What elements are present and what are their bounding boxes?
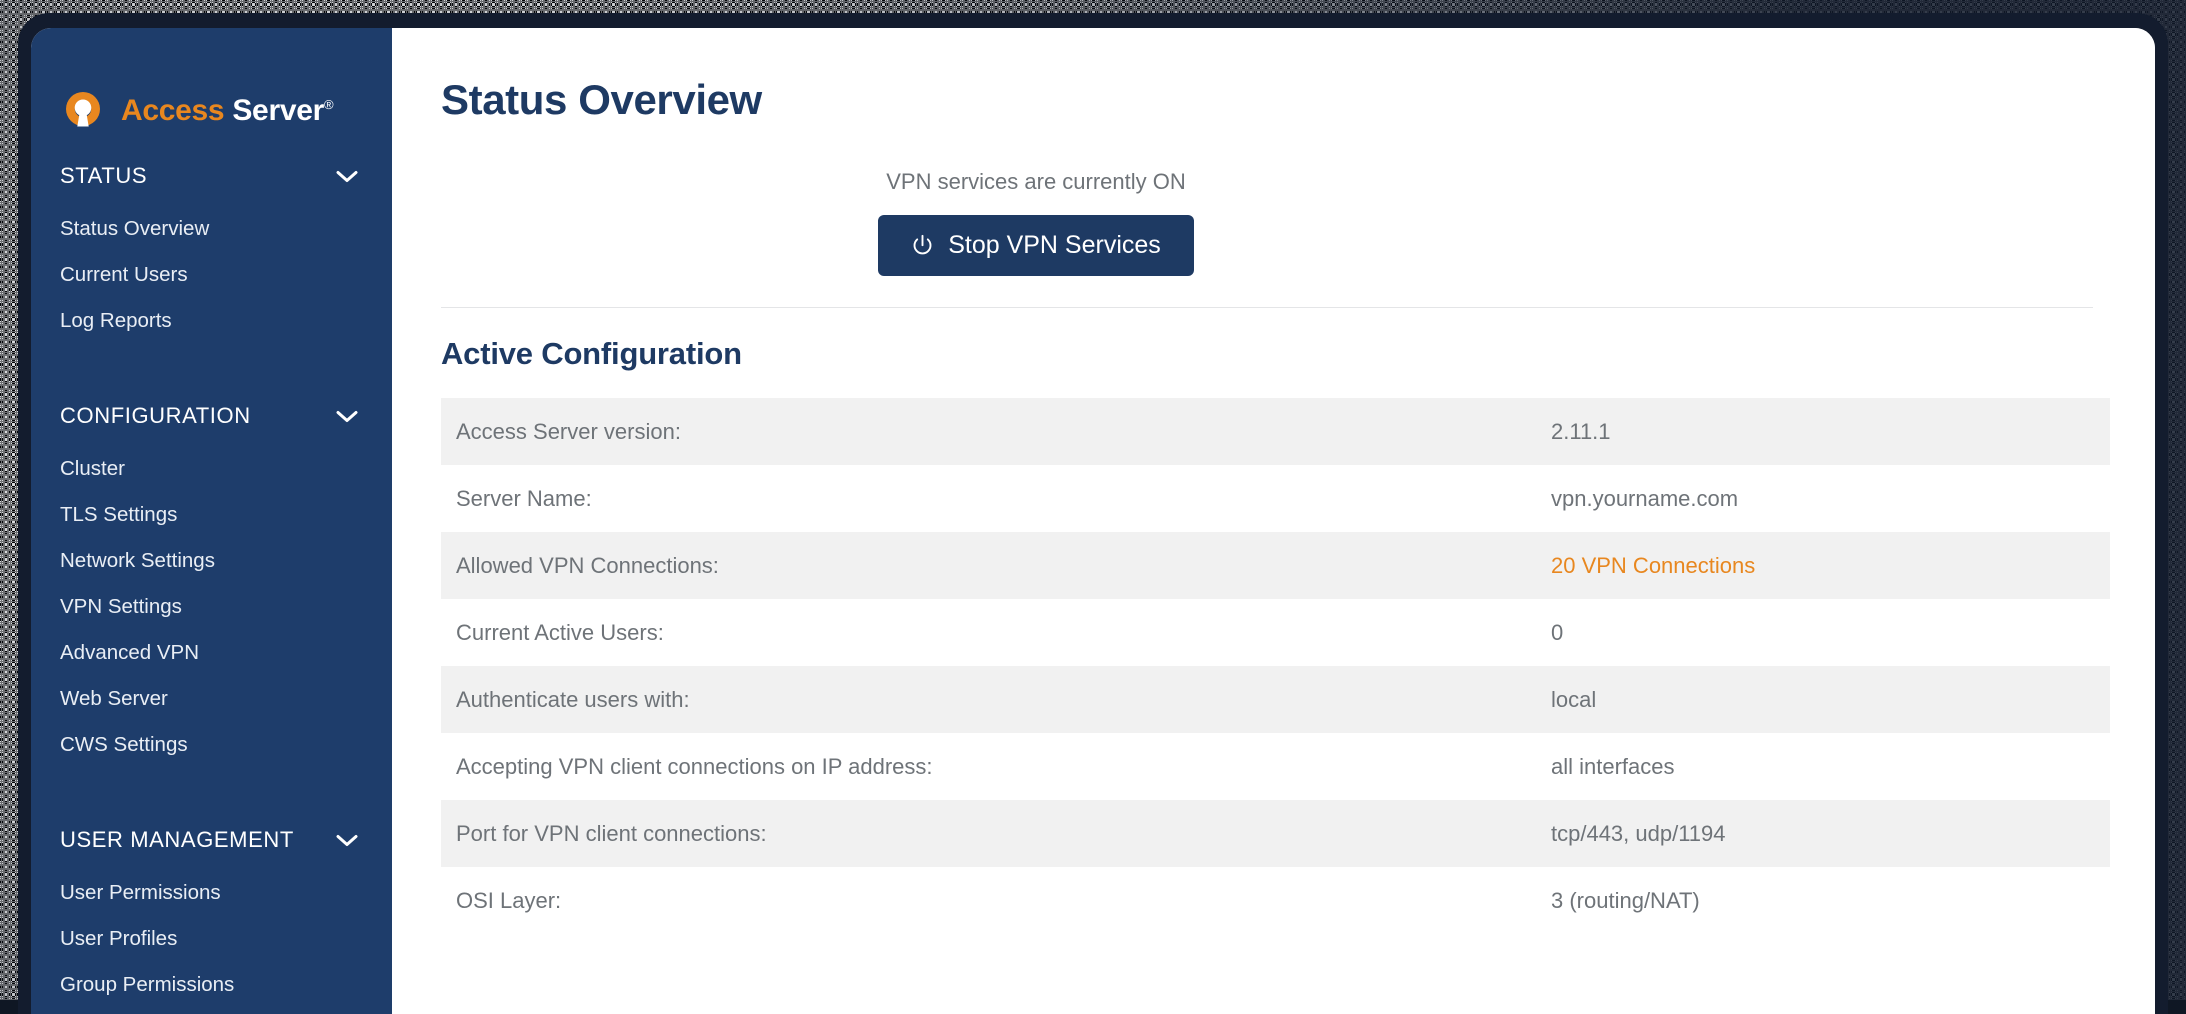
nav-group-header-user-management[interactable]: USER MANAGEMENT [31,820,392,860]
chevron-down-icon [336,834,358,847]
brand-logo-area[interactable]: Access Server® [31,28,392,146]
nav-group-label-configuration: CONFIGURATION [60,403,251,429]
config-label: Current Active Users: [441,620,1551,646]
config-value: local [1551,687,2110,713]
allowed-vpn-connections-link[interactable]: 20 VPN Connections [1551,553,2110,579]
sidebar-item-tls-settings[interactable]: TLS Settings [31,492,392,538]
application-window: Access Server® STATUS Status Overview Cu… [31,28,2155,1014]
config-label: Access Server version: [441,419,1551,445]
table-row: OSI Layer: 3 (routing/NAT) [441,867,2110,934]
nav-group-header-status[interactable]: STATUS [31,156,392,196]
vpn-service-control: VPN services are currently ON Stop VPN S… [441,124,1631,276]
table-row: Current Active Users: 0 [441,599,2110,666]
nav-items-configuration: Cluster TLS Settings Network Settings VP… [31,446,392,768]
brand-name-primary: Access [121,94,224,127]
config-label: Allowed VPN Connections: [441,553,1551,579]
nav-items-user-management: User Permissions User Profiles Group Per… [31,870,392,1008]
config-label: Server Name: [441,486,1551,512]
section-title-active-configuration: Active Configuration [392,308,2155,372]
chevron-down-icon [336,170,358,183]
table-row: Authenticate users with: local [441,666,2110,733]
config-label: Authenticate users with: [441,687,1551,713]
power-icon [911,234,934,257]
main-content: Status Overview VPN services are current… [392,28,2155,1014]
sidebar-item-user-permissions[interactable]: User Permissions [31,870,392,916]
chevron-down-icon [336,410,358,423]
brand-wordmark: Access Server® [121,94,333,128]
config-value: tcp/443, udp/1194 [1551,821,2110,847]
active-configuration-table: Access Server version: 2.11.1 Server Nam… [441,398,2110,934]
brand-name-secondary: Server [232,94,324,127]
config-value: all interfaces [1551,754,2110,780]
nav-items-status: Status Overview Current Users Log Report… [31,206,392,344]
table-row: Server Name: vpn.yourname.com [441,465,2110,532]
stop-vpn-services-button[interactable]: Stop VPN Services [878,215,1194,276]
config-value: 3 (routing/NAT) [1551,888,2110,914]
sidebar-item-group-permissions[interactable]: Group Permissions [31,962,392,1008]
sidebar-item-log-reports[interactable]: Log Reports [31,298,392,344]
sidebar-item-current-users[interactable]: Current Users [31,252,392,298]
sidebar-item-web-server[interactable]: Web Server [31,676,392,722]
brand-trademark: ® [324,97,333,112]
sidebar-item-user-profiles[interactable]: User Profiles [31,916,392,962]
sidebar-item-vpn-settings[interactable]: VPN Settings [31,584,392,630]
table-row: Access Server version: 2.11.1 [441,398,2110,465]
nav-group-header-configuration[interactable]: CONFIGURATION [31,396,392,436]
sidebar-item-cws-settings[interactable]: CWS Settings [31,722,392,768]
openvpn-shield-icon [59,87,107,135]
nav-group-configuration: CONFIGURATION Cluster TLS Settings Netwo… [31,396,392,768]
nav-group-label-status: STATUS [60,163,147,189]
table-row: Accepting VPN client connections on IP a… [441,733,2110,800]
sidebar-item-advanced-vpn[interactable]: Advanced VPN [31,630,392,676]
table-row: Port for VPN client connections: tcp/443… [441,800,2110,867]
browser-window-frame: Access Server® STATUS Status Overview Cu… [19,14,2167,1014]
config-label: Accepting VPN client connections on IP a… [441,754,1551,780]
table-row: Allowed VPN Connections: 20 VPN Connecti… [441,532,2110,599]
sidebar-item-status-overview[interactable]: Status Overview [31,206,392,252]
config-value: vpn.yourname.com [1551,486,2110,512]
config-value: 0 [1551,620,2110,646]
config-label: OSI Layer: [441,888,1551,914]
nav-group-label-user-management: USER MANAGEMENT [60,827,294,853]
stop-vpn-services-label: Stop VPN Services [948,231,1161,260]
vpn-service-status-text: VPN services are currently ON [441,168,1631,196]
sidebar-item-cluster[interactable]: Cluster [31,446,392,492]
page-title: Status Overview [392,28,2155,124]
config-value: 2.11.1 [1551,419,2110,445]
nav-group-user-management: USER MANAGEMENT User Permissions User Pr… [31,820,392,1008]
sidebar-item-network-settings[interactable]: Network Settings [31,538,392,584]
sidebar: Access Server® STATUS Status Overview Cu… [31,28,392,1014]
config-label: Port for VPN client connections: [441,821,1551,847]
nav-group-status: STATUS Status Overview Current Users Log… [31,156,392,344]
